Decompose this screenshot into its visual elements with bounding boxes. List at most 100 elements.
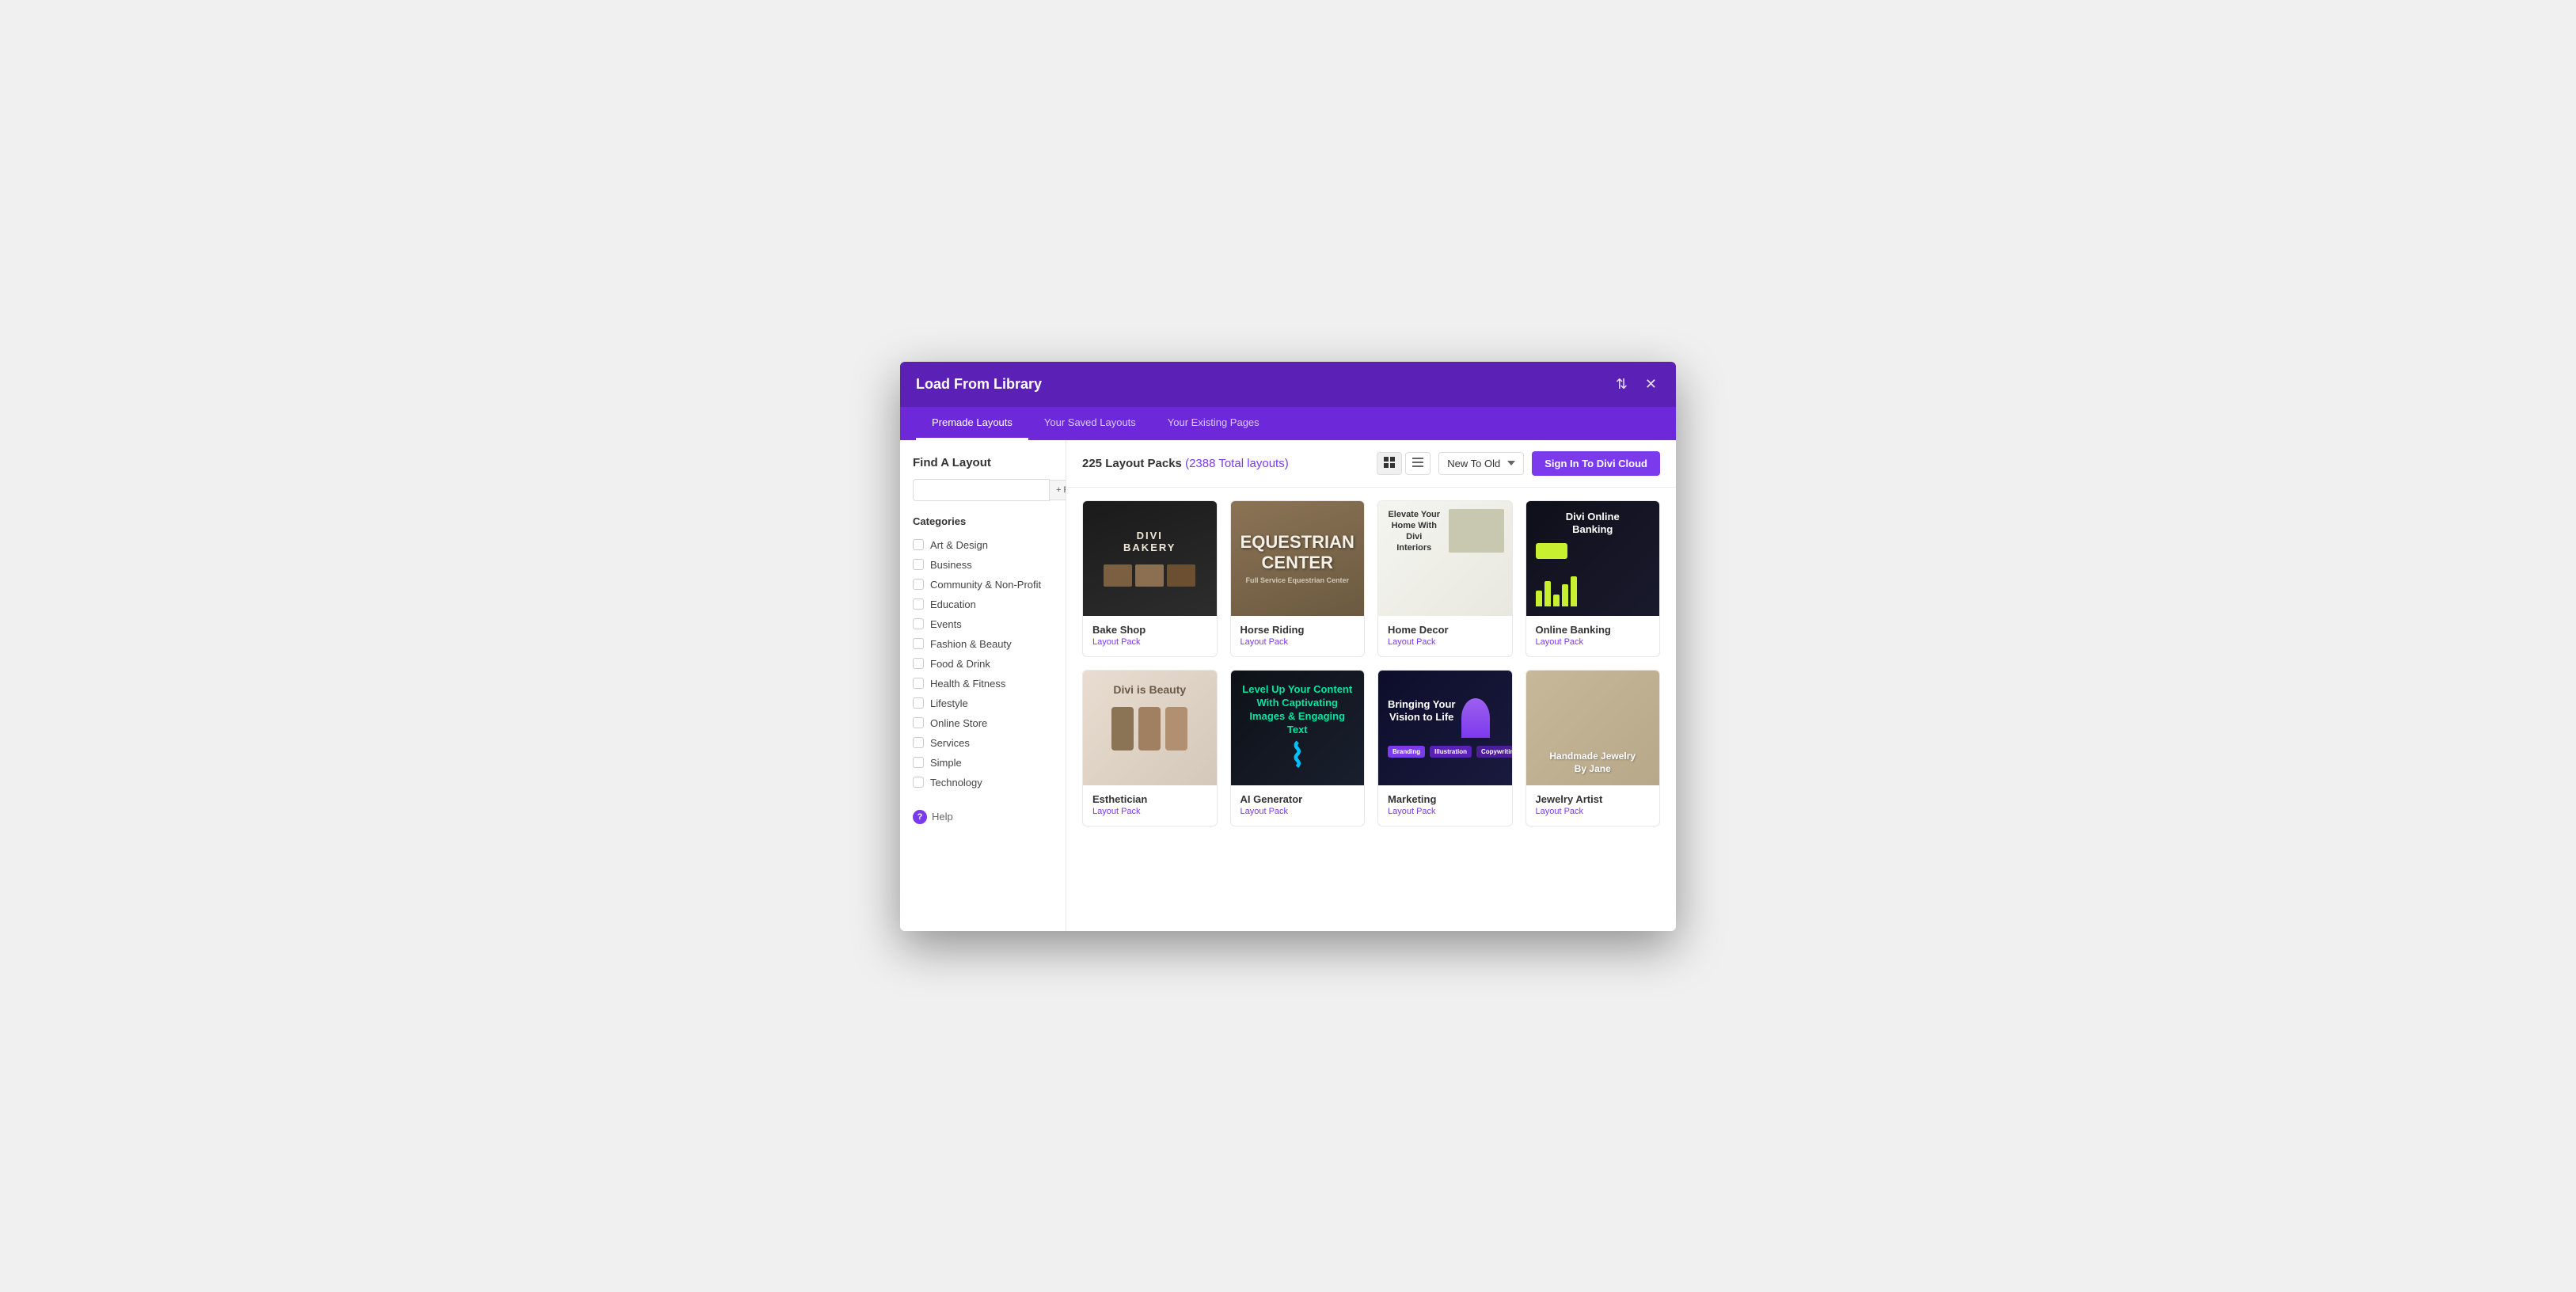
- category-food[interactable]: Food & Drink: [913, 654, 1053, 674]
- category-checkbox-food[interactable]: [913, 658, 924, 669]
- category-online-store[interactable]: Online Store: [913, 713, 1053, 733]
- card-type-esthetician: Layout Pack: [1092, 807, 1207, 816]
- ob-bar-5: [1571, 576, 1577, 606]
- tag-branding: Branding: [1388, 746, 1425, 758]
- product-1: [1111, 707, 1134, 750]
- card-name-horseriding: Horse Riding: [1241, 624, 1355, 636]
- layout-card-esthetician[interactable]: Divi is Beauty Esthetician Layout Pack: [1082, 670, 1218, 826]
- filter-button[interactable]: + Filter: [1050, 480, 1066, 500]
- search-input[interactable]: [913, 479, 1050, 501]
- category-label-technology: Technology: [930, 777, 982, 788]
- category-checkbox-health[interactable]: [913, 678, 924, 689]
- category-label-online-store: Online Store: [930, 717, 987, 729]
- card-type-onlinebanking: Layout Pack: [1536, 637, 1651, 647]
- card-thumb-onlinebanking: Divi OnlineBanking: [1526, 501, 1660, 616]
- category-fashion[interactable]: Fashion & Beauty: [913, 634, 1053, 654]
- layout-card-bakeshop[interactable]: DIVIBAKERY Bake Shop Layout Pack: [1082, 500, 1218, 657]
- category-checkbox-lifestyle[interactable]: [913, 697, 924, 709]
- ob-bar-3: [1553, 595, 1560, 606]
- ai-content: Level Up Your ContentWith CaptivatingIma…: [1231, 671, 1365, 785]
- category-events[interactable]: Events: [913, 614, 1053, 634]
- category-checkbox-business[interactable]: [913, 559, 924, 570]
- esthetician-products: [1111, 707, 1187, 750]
- category-checkbox-simple[interactable]: [913, 757, 924, 768]
- card-type-jewelryartist: Layout Pack: [1536, 807, 1651, 816]
- modal-header: Load From Library ⇅ ✕: [900, 362, 1676, 407]
- category-label-health: Health & Fitness: [930, 678, 1005, 690]
- category-art-design[interactable]: Art & Design: [913, 535, 1053, 555]
- content-header-right: New To Old Old To New A to Z Z to A Sign…: [1377, 451, 1660, 476]
- category-simple[interactable]: Simple: [913, 753, 1053, 773]
- sort-select[interactable]: New To Old Old To New A to Z Z to A: [1438, 452, 1524, 475]
- modal-body: Find A Layout + Filter Categories Art & …: [900, 440, 1676, 931]
- ob-bar-2: [1544, 581, 1551, 606]
- card-type-homedecor: Layout Pack: [1388, 637, 1503, 647]
- category-services[interactable]: Services: [913, 733, 1053, 753]
- layout-card-onlinebanking[interactable]: Divi OnlineBanking Onli: [1525, 500, 1661, 657]
- category-community[interactable]: Community & Non-Profit: [913, 575, 1053, 595]
- category-checkbox-online-store[interactable]: [913, 717, 924, 728]
- mk-headline: Bringing YourVision to Life: [1388, 698, 1455, 725]
- layout-card-jewelryartist[interactable]: Handmade JewelryBy Jane Jewelry Artist L…: [1525, 670, 1661, 826]
- category-education[interactable]: Education: [913, 595, 1053, 614]
- category-technology[interactable]: Technology: [913, 773, 1053, 792]
- homedecor-headline: Elevate YourHome With DiviInteriors: [1386, 509, 1442, 554]
- divi-cloud-button[interactable]: Sign In To Divi Cloud: [1532, 451, 1660, 476]
- main-content: 225 Layout Packs (2388 Total layouts): [1066, 440, 1676, 931]
- header-actions: ⇅ ✕: [1613, 374, 1660, 394]
- modal-title: Load From Library: [916, 376, 1042, 393]
- category-label-events: Events: [930, 618, 962, 630]
- resize-button[interactable]: ⇅: [1613, 374, 1631, 394]
- tab-premade-layouts[interactable]: Premade Layouts: [916, 407, 1028, 440]
- layout-card-horseriding[interactable]: EQUESTRIANCENTER Full Service Equestrian…: [1230, 500, 1366, 657]
- homedecor-text: Elevate YourHome With DiviInteriors: [1386, 509, 1442, 608]
- homedecor-content: Elevate YourHome With DiviInteriors: [1378, 501, 1512, 616]
- modal-tabs: Premade Layouts Your Saved Layouts Your …: [900, 407, 1676, 440]
- marketing-inner: Bringing YourVision to Life: [1388, 698, 1503, 738]
- layout-card-aigenerator[interactable]: Level Up Your ContentWith CaptivatingIma…: [1230, 670, 1366, 826]
- bakeshop-images: [1104, 564, 1195, 587]
- bakeshop-img-2: [1135, 564, 1164, 587]
- bakeshop-logo: DIVIBAKERY: [1123, 530, 1176, 553]
- grid-view-button[interactable]: [1377, 452, 1402, 475]
- list-view-button[interactable]: [1405, 452, 1430, 475]
- card-type-horseriding: Layout Pack: [1241, 637, 1355, 647]
- horseriding-headline: EQUESTRIANCENTER: [1241, 532, 1354, 574]
- category-label-simple: Simple: [930, 757, 962, 769]
- category-health[interactable]: Health & Fitness: [913, 674, 1053, 694]
- category-checkbox-education[interactable]: [913, 598, 924, 610]
- card-name-marketing: Marketing: [1388, 793, 1503, 805]
- marketing-tags: Branding Illustration Copywriting: [1388, 746, 1503, 758]
- category-checkbox-events[interactable]: [913, 618, 924, 629]
- category-business[interactable]: Business: [913, 555, 1053, 575]
- category-checkbox-art-design[interactable]: [913, 539, 924, 550]
- sidebar-title: Find A Layout: [913, 456, 1053, 469]
- card-name-bakeshop: Bake Shop: [1092, 624, 1207, 636]
- category-checkbox-community[interactable]: [913, 579, 924, 590]
- grid-icon: [1384, 457, 1395, 468]
- card-thumb-homedecor: Elevate YourHome With DiviInteriors: [1378, 501, 1512, 616]
- tab-saved-layouts[interactable]: Your Saved Layouts: [1028, 407, 1152, 440]
- tab-existing-pages[interactable]: Your Existing Pages: [1152, 407, 1275, 440]
- close-button[interactable]: ✕: [1642, 374, 1660, 394]
- layout-count: 225 Layout Packs (2388 Total layouts): [1082, 457, 1289, 470]
- help-button[interactable]: ? Help: [913, 807, 1053, 827]
- categories-list: Art & Design Business Community & Non-Pr…: [913, 535, 1053, 792]
- layout-card-homedecor[interactable]: Elevate YourHome With DiviInteriors Home…: [1377, 500, 1513, 657]
- category-checkbox-services[interactable]: [913, 737, 924, 748]
- jewelry-headline: Handmade JewelryBy Jane: [1549, 750, 1636, 775]
- ob-bar-1: [1536, 591, 1542, 606]
- card-thumb-esthetician: Divi is Beauty: [1083, 671, 1217, 785]
- category-label-art-design: Art & Design: [930, 539, 988, 551]
- category-label-education: Education: [930, 598, 976, 610]
- category-label-lifestyle: Lifestyle: [930, 697, 968, 709]
- category-lifestyle[interactable]: Lifestyle: [913, 694, 1053, 713]
- card-info-bakeshop: Bake Shop Layout Pack: [1083, 616, 1217, 656]
- category-checkbox-fashion[interactable]: [913, 638, 924, 649]
- help-icon: ?: [913, 810, 927, 824]
- card-thumb-aigenerator: Level Up Your ContentWith CaptivatingIma…: [1231, 671, 1365, 785]
- horseriding-sub: Full Service Equestrian Center: [1245, 576, 1349, 584]
- layout-card-marketing[interactable]: Bringing YourVision to Life Branding Ill…: [1377, 670, 1513, 826]
- category-checkbox-technology[interactable]: [913, 777, 924, 788]
- category-label-community: Community & Non-Profit: [930, 579, 1041, 591]
